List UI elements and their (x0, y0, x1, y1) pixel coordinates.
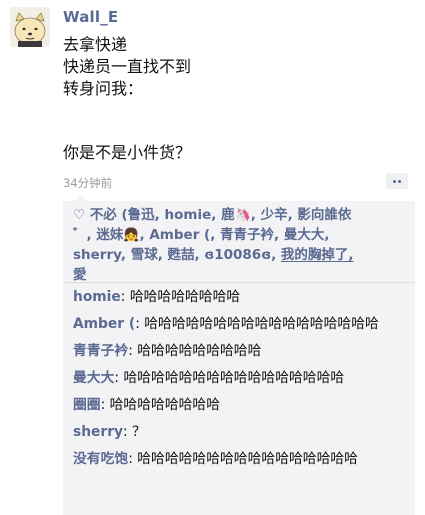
comment-author[interactable]: 没有吃饱 (73, 451, 128, 467)
comment-text: 哈哈哈哈哈哈哈哈哈哈哈哈哈哈哈哈 (123, 370, 345, 386)
comment-author[interactable]: 圈圈 (73, 397, 101, 413)
post-text: 去拿快递 快递员一直找不到 转身问我： 你是不是小件货？ (63, 34, 403, 164)
likes-name-underlined[interactable]: 我的胸掉了, (281, 247, 354, 263)
comment-author[interactable]: homie (73, 289, 121, 305)
divider (63, 282, 415, 283)
post-line: 转身问我： (63, 79, 144, 98)
comment[interactable]: 曼大大: 哈哈哈哈哈哈哈哈哈哈哈哈哈哈哈哈 (73, 368, 408, 388)
more-dots-icon (392, 179, 396, 183)
comment-author[interactable]: sherry (73, 424, 123, 440)
likes-names[interactable]: 不必 (鲁迅, homie, 鹿 (90, 207, 235, 223)
more-button[interactable] (386, 173, 408, 189)
likes-list: ♡ 不必 (鲁迅, homie, 鹿🦄, 少辛, 影向誰依 ゛, 迷妹👧, Am… (73, 205, 403, 285)
likes-names[interactable]: , 少辛, 影向誰依 (251, 207, 352, 223)
comment-text: 哈哈哈哈哈哈哈哈哈哈哈哈哈哈哈哈哈 (144, 316, 379, 332)
comment[interactable]: 没有吃饱: 哈哈哈哈哈哈哈哈哈哈哈哈哈哈哈哈 (73, 449, 408, 469)
comment-author[interactable]: Amber ( (73, 316, 135, 332)
likes-names[interactable]: ゛, 迷妹 (73, 227, 123, 243)
post-time: 34分钟前 (63, 176, 113, 190)
comment-text: 哈哈哈哈哈哈哈哈哈 (137, 343, 262, 359)
comment[interactable]: 青青子衿: 哈哈哈哈哈哈哈哈哈 (73, 341, 408, 361)
cartoon-dog-avatar-icon (10, 7, 50, 47)
likes-names[interactable]: , Amber (, 青青子衿, 曼大大, (140, 227, 330, 243)
comment[interactable]: 圈圈: 哈哈哈哈哈哈哈哈 (73, 395, 408, 415)
comment-text: 哈哈哈哈哈哈哈哈哈哈哈哈哈哈哈哈 (137, 451, 358, 467)
comment-list: homie: 哈哈哈哈哈哈哈哈 Amber (: 哈哈哈哈哈哈哈哈哈哈哈哈哈哈哈… (73, 287, 408, 469)
post-line: 去拿快递 (63, 35, 128, 54)
interaction-panel: ♡ 不必 (鲁迅, homie, 鹿🦄, 少辛, 影向誰依 ゛, 迷妹👧, Am… (63, 195, 415, 515)
post-meta: 34分钟前 (63, 172, 408, 192)
comment[interactable]: Amber (: 哈哈哈哈哈哈哈哈哈哈哈哈哈哈哈哈哈 (73, 314, 408, 334)
comment-author[interactable]: 青青子衿 (73, 343, 128, 359)
comment-text: 哈哈哈哈哈哈哈哈 (109, 397, 221, 413)
comment-text: ？ (132, 424, 146, 440)
likes-names[interactable]: sherry, 雪球, 甦喆, ɞ10086ɞ, (73, 247, 276, 263)
comment[interactable]: homie: 哈哈哈哈哈哈哈哈 (73, 287, 408, 307)
post-line: 快递员一直找不到 (63, 57, 192, 76)
unicorn-emoji-icon: 🦄 (234, 208, 251, 223)
likes-names[interactable]: 愛 (73, 267, 87, 283)
comment-text: 哈哈哈哈哈哈哈哈 (129, 289, 241, 305)
heart-outline-icon: ♡ (73, 207, 86, 223)
author-name[interactable]: Wall_E (63, 8, 118, 26)
post-line: 你是不是小件货？ (63, 143, 192, 162)
avatar[interactable] (10, 7, 50, 47)
girl-emoji-icon: 👧 (123, 228, 140, 243)
comment-author[interactable]: 曼大大 (73, 370, 114, 386)
comment[interactable]: sherry: ？ (73, 422, 408, 442)
